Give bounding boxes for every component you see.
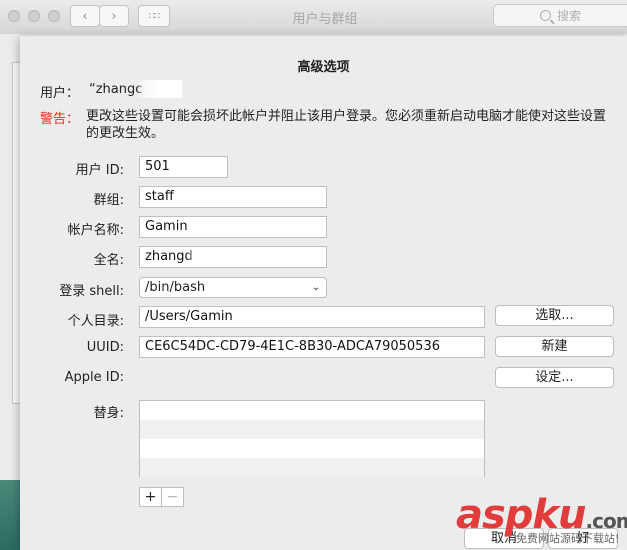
- list-item[interactable]: [140, 401, 484, 420]
- home-directory-label: 个人目录:: [67, 314, 124, 329]
- account-name-label: 帐户名称:: [67, 223, 124, 238]
- close-window-button[interactable]: [8, 10, 20, 22]
- desktop-wallpaper-edge: [0, 480, 20, 550]
- uuid-label: UUID:: [86, 340, 124, 355]
- login-shell-popup[interactable]: /bin/bash ⌄: [139, 277, 327, 298]
- grid-icon: ∷∷: [148, 10, 161, 22]
- redaction-blur: [138, 80, 182, 98]
- login-shell-label: 登录 shell:: [59, 284, 124, 299]
- chevron-left-icon: ‹: [82, 8, 88, 24]
- list-item[interactable]: [140, 420, 484, 439]
- zoom-window-button[interactable]: [48, 10, 60, 22]
- user-id-field[interactable]: 501: [139, 156, 228, 178]
- group-label: 群组:: [93, 193, 124, 208]
- chevron-down-icon: ⌄: [311, 282, 321, 293]
- aliases-controls: + −: [139, 487, 184, 507]
- full-name-label: 全名:: [93, 253, 124, 268]
- full-name-field[interactable]: zhangd: [139, 246, 327, 268]
- back-button[interactable]: ‹: [70, 5, 100, 27]
- aliases-list[interactable]: [139, 400, 485, 477]
- sheet-title: 高级选项: [297, 60, 350, 75]
- login-shell-value: /bin/bash: [145, 280, 206, 295]
- aliases-label: 替身:: [93, 406, 124, 421]
- search-placeholder: 搜索: [557, 9, 582, 23]
- choose-button[interactable]: 选取...: [495, 305, 614, 326]
- search-field[interactable]: 搜索: [493, 4, 627, 27]
- list-item[interactable]: [140, 439, 484, 458]
- minimize-window-button[interactable]: [28, 10, 40, 22]
- create-uuid-button[interactable]: 新建: [495, 336, 614, 357]
- advanced-options-sheet: 高级选项 用户： “zhangc 警告： 更改这些设置可能会损坏此帐户并阻止该用…: [20, 36, 627, 550]
- redaction-blur: [188, 249, 224, 265]
- user-label: 用户：: [40, 86, 80, 101]
- apple-id-label: Apple ID:: [64, 370, 124, 385]
- user-value: “zhangc: [89, 82, 143, 97]
- window-title: 用户与群组: [292, 12, 358, 27]
- account-name-field[interactable]: Gamin: [139, 216, 327, 238]
- warning-text: 更改这些设置可能会损坏此帐户并阻止该用户登录。您必须重新启动电脑才能使对这些设置…: [86, 109, 607, 141]
- user-id-label: 用户 ID:: [75, 163, 124, 178]
- home-directory-field[interactable]: /Users/Gamin: [139, 306, 485, 328]
- chevron-right-icon: ›: [111, 8, 117, 24]
- show-all-button[interactable]: ∷∷: [138, 5, 170, 27]
- set-apple-id-button[interactable]: 设定...: [495, 367, 614, 388]
- list-item[interactable]: [140, 458, 484, 477]
- watermark-subtitle: 免费网站源码下载站!: [516, 532, 620, 545]
- uuid-field[interactable]: CE6C54DC-CD79-4E1C-8B30-ADCA79050536: [139, 336, 485, 358]
- forward-button[interactable]: ›: [99, 5, 129, 27]
- group-field[interactable]: staff: [139, 186, 327, 208]
- remove-alias-button[interactable]: −: [161, 488, 183, 506]
- add-alias-button[interactable]: +: [140, 488, 161, 506]
- warning-label: 警告：: [40, 112, 80, 127]
- window-titlebar: ‹ › ∷∷ 用户与群组 搜索: [0, 0, 627, 35]
- search-icon: [540, 10, 551, 21]
